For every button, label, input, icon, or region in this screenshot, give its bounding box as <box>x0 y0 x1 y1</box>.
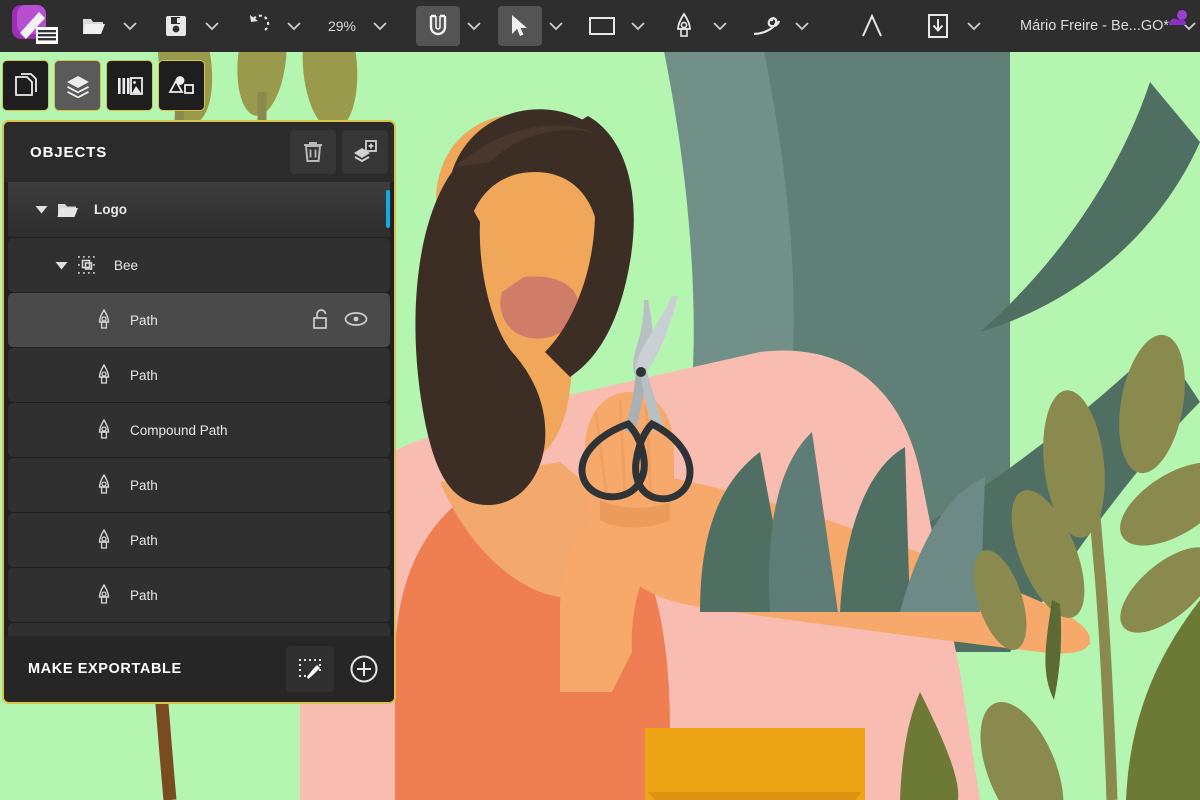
pen-nib-icon <box>677 12 691 37</box>
objects-panel-footer: MAKE EXPORTABLE <box>4 636 394 702</box>
folder-icon <box>54 201 82 219</box>
magnet-icon <box>429 14 447 36</box>
copy-pages-icon <box>14 72 37 96</box>
download-tray-icon <box>928 14 948 38</box>
layer-label: Path <box>130 587 158 603</box>
undo-dropdown-caret[interactable] <box>280 6 308 46</box>
slice-selection-icon <box>299 659 321 679</box>
text-a-icon <box>862 13 882 37</box>
undo-arrow-icon <box>250 14 270 31</box>
eye-icon[interactable] <box>344 311 368 330</box>
layer-row-path[interactable]: Path <box>8 623 390 636</box>
folder-open-icon <box>83 19 105 34</box>
add-layer-icon <box>354 140 377 163</box>
document-name-text: Mário Freire - Be...GO <box>1020 18 1164 34</box>
layer-label: Path <box>130 477 158 493</box>
shape-tool-dropdown-caret[interactable] <box>624 6 652 46</box>
layer-label: Compound Path <box>130 422 228 438</box>
group-icon <box>74 255 102 275</box>
pen-nib-icon <box>90 474 118 496</box>
open-dropdown-caret[interactable] <box>116 6 144 46</box>
layer-row-path-selected[interactable]: Path <box>8 293 390 347</box>
pen-tool-dropdown-caret[interactable] <box>706 6 734 46</box>
layer-label: Path <box>130 367 158 383</box>
panel-tab-pages[interactable] <box>2 60 49 111</box>
layer-row-compound-path[interactable]: Compound Path <box>8 403 390 457</box>
rectangle-icon <box>589 17 615 35</box>
slice-selection-button[interactable] <box>286 646 334 692</box>
document-name-field[interactable]: Mário Freire - Be...GO* <box>1010 10 1188 34</box>
scissors-pivot <box>636 367 646 377</box>
cloud-badge-icon <box>1165 9 1191 33</box>
disclosure-triangle-icon[interactable] <box>28 205 54 214</box>
pen-nib-icon <box>90 529 118 551</box>
make-exportable-label: MAKE EXPORTABLE <box>28 661 182 677</box>
zoom-dropdown-caret[interactable] <box>366 6 394 46</box>
pen-nib-icon <box>90 419 118 441</box>
application-window: 29% Mário Freire - Be...GO* OBJECTS Logo… <box>0 0 1200 800</box>
text-tool-button[interactable] <box>850 6 894 46</box>
ear <box>478 188 522 232</box>
pen-nib-icon <box>90 584 118 606</box>
save-document-button[interactable] <box>154 6 198 46</box>
layer-list[interactable]: Logo Bee Path Path Compound Path Path Pa… <box>4 182 394 636</box>
layer-selection-marker <box>386 190 390 228</box>
pen-nib-icon <box>90 309 118 331</box>
objects-panel: OBJECTS Logo Bee Path Path Compound Path… <box>2 120 396 704</box>
add-export-slice-button[interactable] <box>340 646 388 692</box>
layer-label: Logo <box>94 202 127 217</box>
shapes-icon <box>167 75 194 94</box>
delete-layer-button[interactable] <box>290 130 336 174</box>
shape-tool-button[interactable] <box>580 6 624 46</box>
undo-button[interactable] <box>236 6 280 46</box>
open-document-button[interactable] <box>72 6 116 46</box>
save-dropdown-caret[interactable] <box>198 6 226 46</box>
snapping-toggle-button[interactable] <box>416 6 460 46</box>
add-layer-button[interactable] <box>342 130 388 174</box>
vector-brush-tool-button[interactable] <box>744 6 788 46</box>
layers-stack-icon <box>66 75 89 98</box>
unlocked-padlock-icon[interactable] <box>312 308 330 333</box>
vector-brush-icon <box>753 17 781 36</box>
panel-tab-layers[interactable] <box>54 60 101 111</box>
hamburger-menu-icon <box>36 27 58 44</box>
panel-tab-shapes[interactable] <box>158 60 205 111</box>
panel-title: OBJECTS <box>30 143 108 161</box>
snapping-dropdown-caret[interactable] <box>460 6 488 46</box>
objects-panel-header: OBJECTS <box>4 122 394 182</box>
move-tool-button[interactable] <box>498 6 542 46</box>
layer-row-path[interactable]: Path <box>8 348 390 402</box>
assets-image-icon <box>117 76 143 95</box>
layer-row-path[interactable]: Path <box>8 568 390 622</box>
zoom-level-value[interactable]: 29% <box>318 18 366 34</box>
layer-row-path[interactable]: Path <box>8 458 390 512</box>
layer-label: Path <box>130 312 158 328</box>
import-dropdown-caret[interactable] <box>960 6 988 46</box>
layer-label: Path <box>130 532 158 548</box>
plus-circle-icon <box>350 655 378 683</box>
layer-row-bee[interactable]: Bee <box>8 238 390 292</box>
disclosure-triangle-icon[interactable] <box>48 261 74 270</box>
panel-tab-strip <box>2 60 205 111</box>
affinity-designer-logo[interactable] <box>6 2 62 50</box>
move-tool-dropdown-caret[interactable] <box>542 6 570 46</box>
vector-brush-dropdown-caret[interactable] <box>788 6 816 46</box>
import-button[interactable] <box>916 6 960 46</box>
floppy-disk-icon <box>166 16 186 36</box>
pen-tool-button[interactable] <box>662 6 706 46</box>
panel-tab-assets[interactable] <box>106 60 153 111</box>
main-toolbar: 29% Mário Freire - Be...GO* <box>0 0 1200 52</box>
pot-shadow <box>648 792 862 800</box>
cursor-arrow-icon <box>512 15 527 36</box>
layer-row-logo[interactable]: Logo <box>8 182 390 237</box>
pen-nib-icon <box>90 364 118 386</box>
layer-row-path[interactable]: Path <box>8 513 390 567</box>
trash-icon <box>304 142 322 162</box>
pot-body <box>645 728 865 800</box>
layer-label: Bee <box>114 257 139 273</box>
